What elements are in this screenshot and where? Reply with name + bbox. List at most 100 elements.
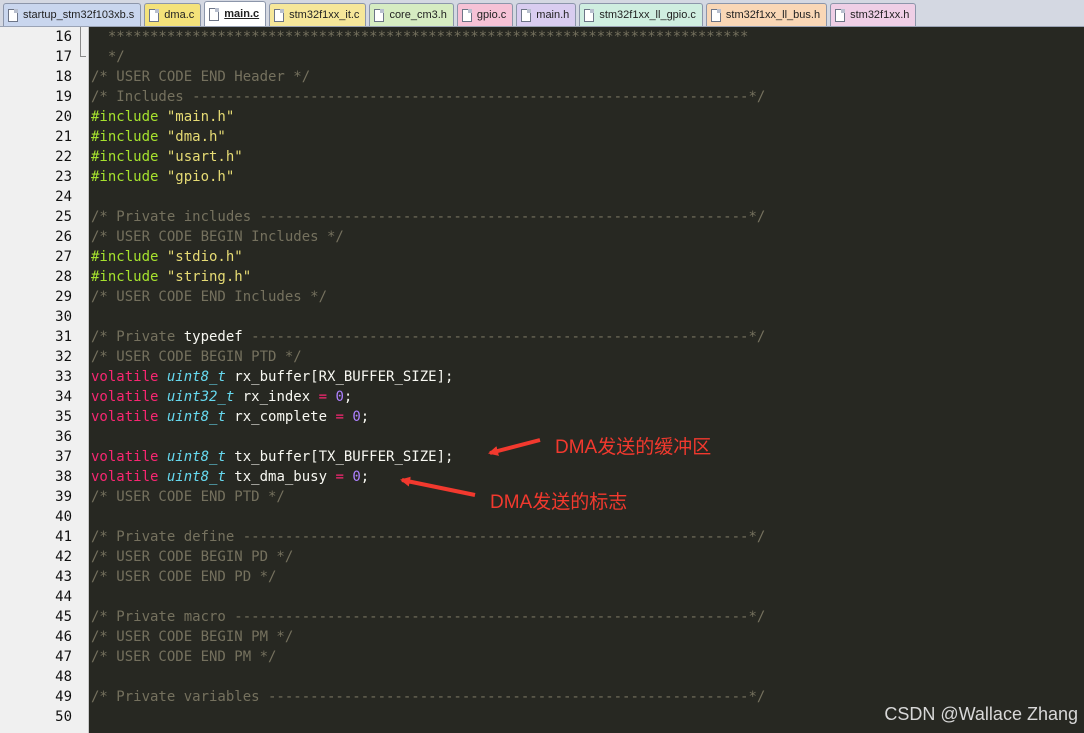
code-line: 18 /* USER CODE END Header */ <box>0 67 1084 87</box>
tab-main-h[interactable]: main.h <box>516 3 577 26</box>
tab-stm32f1xx-ll-bus-h[interactable]: stm32f1xx_ll_bus.h <box>705 3 828 26</box>
code-text: /* USER CODE END PM */ <box>91 647 276 667</box>
tab-stm32f1xx-ll-gpio-c[interactable]: stm32f1xx_ll_gpio.c <box>579 3 703 26</box>
watermark: CSDN @Wallace Zhang <box>884 704 1078 724</box>
code-token: #include <box>91 169 167 185</box>
line-number: 32 <box>55 349 72 365</box>
file-icon <box>8 8 18 22</box>
tab-startup-stm32f103xb-s[interactable]: startup_stm32f103xb.s <box>3 3 142 26</box>
code-token: /* USER CODE BEGIN PD */ <box>91 549 294 565</box>
code-editor[interactable]: 16 *************************************… <box>0 27 1084 733</box>
code-line: 31 /* Private typedef -------------------… <box>0 327 1084 347</box>
tab-label: stm32f1xx_it.c <box>289 9 360 21</box>
code-line: 46 /* USER CODE BEGIN PM */ <box>0 627 1084 647</box>
code-text: /* USER CODE BEGIN PD */ <box>91 547 293 567</box>
code-token: "main.h" <box>166 109 235 125</box>
code-text: volatile uint8_t rx_complete = 0; <box>91 407 369 427</box>
code-token: #include <box>91 129 167 145</box>
file-icon <box>584 8 595 22</box>
code-text: #include "stdio.h" <box>91 247 243 267</box>
line-number: 49 <box>55 689 72 705</box>
code-text: #include "gpio.h" <box>91 167 234 187</box>
code-line: 30 <box>0 307 1084 327</box>
line-number: 48 <box>55 669 72 685</box>
code-line: 32 /* USER CODE BEGIN PTD */ <box>0 347 1084 367</box>
code-line: 19 /* Includes --------------------------… <box>0 87 1084 107</box>
code-token: volatile <box>91 369 167 385</box>
code-token: #include <box>91 249 167 265</box>
code-text: /* Private variables -------------------… <box>91 687 765 707</box>
line-number: 26 <box>55 229 72 245</box>
line-number: 24 <box>55 189 72 205</box>
annotation-tx-busy-flag: DMA发送的标志 <box>490 492 628 513</box>
line-number: 17 <box>55 49 72 65</box>
file-tab-bar: startup_stm32f103xb.s dma.c main.c stm32f1x… <box>0 0 1084 27</box>
code-line: 29 /* USER CODE END Includes */ <box>0 287 1084 307</box>
code-token: uint32_t <box>166 389 235 405</box>
line-number: 29 <box>55 289 72 305</box>
line-number: 47 <box>55 649 72 665</box>
code-token: /* USER CODE END PD */ <box>91 569 277 585</box>
code-line: 28 #include "string.h" <box>0 267 1084 287</box>
code-token: = <box>335 409 344 425</box>
line-number: 19 <box>55 89 72 105</box>
tab-dma-c[interactable]: dma.c <box>144 3 202 26</box>
code-token: uint8_t <box>166 409 226 425</box>
code-text: */ <box>91 47 125 67</box>
code-line: 24 <box>0 187 1084 207</box>
code-line: 26 /* USER CODE BEGIN Includes */ <box>0 227 1084 247</box>
code-token: /* Private <box>91 329 184 345</box>
code-text: /* Private typedef ---------------------… <box>91 327 765 347</box>
file-icon <box>374 8 385 22</box>
code-token: */ <box>91 49 125 65</box>
line-number: 20 <box>55 109 72 125</box>
line-number: 50 <box>55 709 72 725</box>
code-text: /* Private macro -----------------------… <box>91 607 765 627</box>
tab-label: stm32f1xx.h <box>850 9 910 21</box>
code-token: "dma.h" <box>166 129 226 145</box>
code-line: 47 /* USER CODE END PM */ <box>0 647 1084 667</box>
code-token: 0 <box>352 469 361 485</box>
tab-gpio-c[interactable]: gpio.c <box>456 3 514 26</box>
file-icon <box>710 8 721 22</box>
code-line: 25 /* Private includes ------------------… <box>0 207 1084 227</box>
code-token: #include <box>91 109 167 125</box>
line-number: 43 <box>55 569 72 585</box>
line-number: 33 <box>55 369 72 385</box>
code-text: volatile uint32_t rx_index = 0; <box>91 387 352 407</box>
code-line: 41 /* Private define --------------------… <box>0 527 1084 547</box>
code-line: 20 #include "main.h" <box>0 107 1084 127</box>
code-token: ; <box>360 469 370 485</box>
code-text: /* USER CODE END Includes */ <box>91 287 327 307</box>
line-number: 30 <box>55 309 72 325</box>
tab-label: stm32f1xx_ll_bus.h <box>725 9 821 21</box>
code-token: uint8_t <box>166 369 226 385</box>
code-token: tx_buffer[TX_BUFFER_SIZE]; <box>225 449 454 465</box>
tab-stm32f1xx-h[interactable]: stm32f1xx.h <box>830 3 917 26</box>
tab-core-cm3-h[interactable]: core_cm3.h <box>369 3 454 26</box>
code-text: /* USER CODE END PD */ <box>91 567 276 587</box>
line-number: 34 <box>55 389 72 405</box>
code-token: 0 <box>335 389 344 405</box>
code-token: = <box>318 389 328 405</box>
code-line: 33 volatile uint8_t rx_buffer[RX_BUFFER_S… <box>0 367 1084 387</box>
line-number: 44 <box>55 589 72 605</box>
line-number: 38 <box>55 469 72 485</box>
code-token: tx_dma_busy <box>225 469 336 485</box>
code-text: #include "dma.h" <box>91 127 226 147</box>
code-token: volatile <box>91 409 167 425</box>
line-number: 42 <box>55 549 72 565</box>
file-icon <box>274 8 285 22</box>
tab-label: startup_stm32f103xb.s <box>23 9 135 21</box>
code-token: ----------------------------------------… <box>242 329 766 345</box>
code-token: ; <box>360 409 370 425</box>
code-token: /* USER CODE END PTD */ <box>91 489 285 505</box>
file-icon <box>521 8 532 22</box>
tab-stm32f1xx-it-c[interactable]: stm32f1xx_it.c <box>269 3 367 26</box>
tab-main-c[interactable]: main.c <box>204 1 267 26</box>
code-line: 27 #include "stdio.h" <box>0 247 1084 267</box>
code-token: /* Private includes --------------------… <box>91 209 766 225</box>
code-token: "stdio.h" <box>166 249 243 265</box>
code-token: volatile <box>91 469 167 485</box>
file-icon <box>835 8 846 22</box>
